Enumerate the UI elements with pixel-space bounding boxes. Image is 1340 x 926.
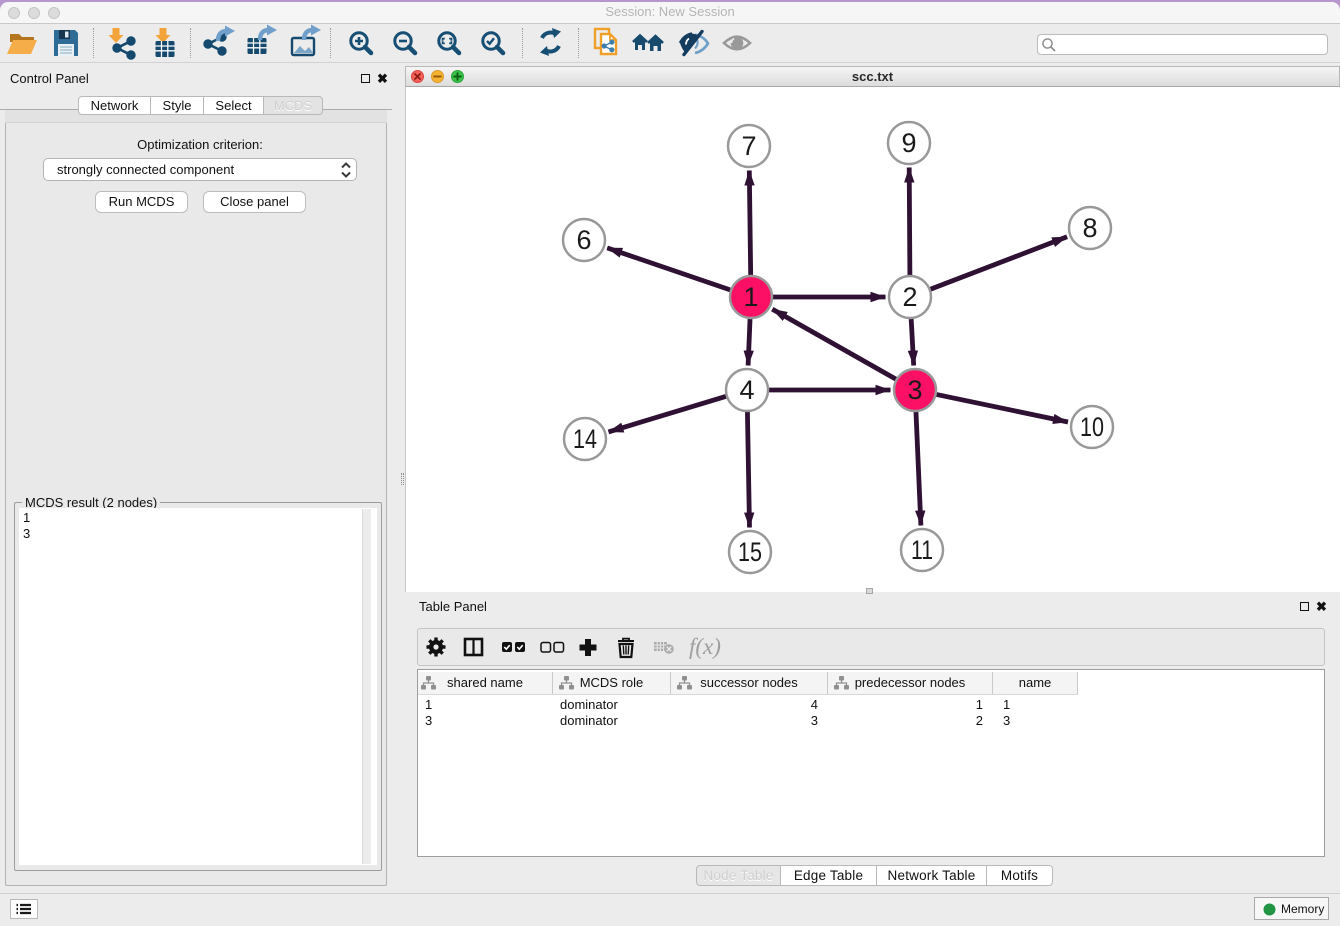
svg-text:9: 9 (901, 128, 916, 158)
svg-text:15: 15 (738, 537, 762, 567)
svg-text:14: 14 (573, 424, 597, 454)
svg-text:4: 4 (739, 375, 754, 405)
svg-text:11: 11 (911, 535, 933, 565)
svg-text:6: 6 (576, 225, 591, 255)
svg-text:3: 3 (907, 375, 922, 405)
svg-text:10: 10 (1080, 412, 1104, 442)
svg-text:1: 1 (743, 282, 758, 312)
svg-text:f(x): f(x) (689, 634, 721, 659)
svg-text:2: 2 (902, 282, 917, 312)
svg-text:8: 8 (1082, 213, 1097, 243)
svg-text:7: 7 (741, 131, 756, 161)
